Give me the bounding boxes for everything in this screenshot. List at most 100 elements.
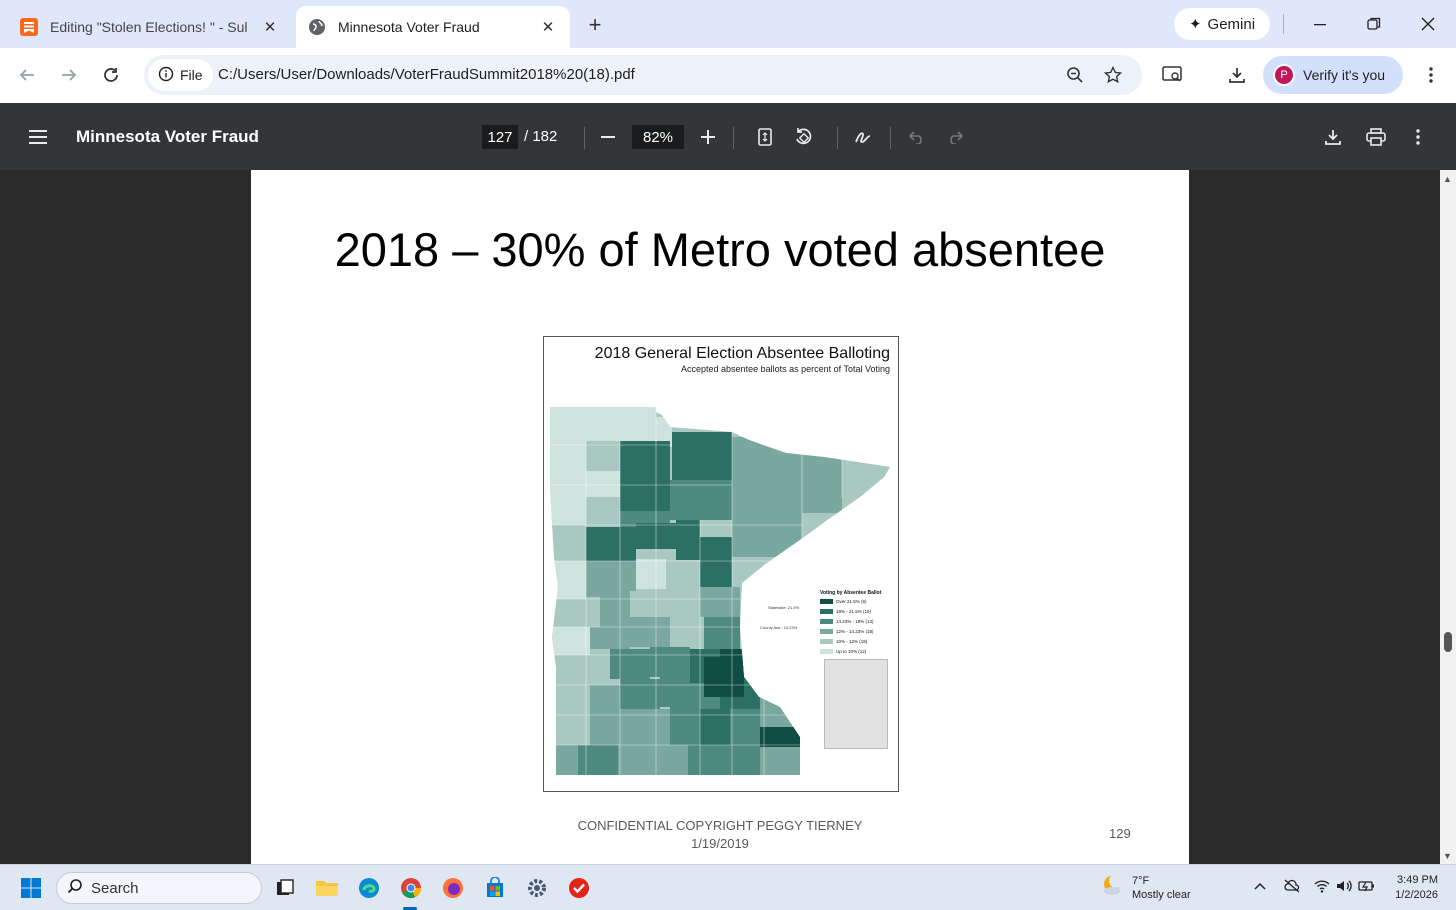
legend-title: Voting by Absentee Ballot: [820, 590, 882, 596]
close-tab-icon[interactable]: ✕: [538, 17, 558, 37]
windows-start-icon[interactable]: [16, 873, 46, 903]
legend-item: Over 21.5% (6): [820, 599, 867, 604]
legend-item: 12% - 14.23% (18): [820, 629, 874, 634]
url-text[interactable]: C:/Users/User/Downloads/VoterFraudSummit…: [218, 66, 635, 83]
close-window-button[interactable]: [1406, 8, 1450, 40]
browser-toolbar: File C:/Users/User/Downloads/VoterFraudS…: [0, 48, 1456, 103]
rotate-icon[interactable]: [789, 123, 817, 151]
hamburger-menu-icon[interactable]: [24, 123, 52, 151]
forward-button[interactable]: [54, 60, 84, 90]
tab-strip: Editing "Stolen Elections! " - Sul ✕ Min…: [0, 0, 1456, 48]
show-hidden-icons-chevron-icon[interactable]: [1254, 879, 1266, 894]
download-icon[interactable]: [1224, 62, 1250, 88]
file-explorer-icon[interactable]: [312, 873, 342, 903]
close-tab-icon[interactable]: ✕: [260, 17, 280, 37]
legend-item: 10% - 12% (19): [820, 639, 867, 644]
substack-icon: [20, 18, 38, 36]
chrome-browser-icon[interactable]: [396, 873, 426, 903]
more-options-icon[interactable]: [1404, 123, 1432, 151]
zoom-icon[interactable]: [1064, 64, 1086, 86]
divider: [584, 127, 585, 149]
zoom-level-input[interactable]: 82%: [632, 125, 684, 149]
legend-item: Up to 10% (12): [820, 649, 866, 654]
clock-date: 1/2/2026: [1395, 889, 1438, 901]
reload-button[interactable]: [96, 60, 126, 90]
pdf-document-area: 2018 – 30% of Metro voted absentee 2018 …: [0, 170, 1456, 864]
settings-gear-icon[interactable]: [522, 873, 552, 903]
legend-swatch: [820, 619, 833, 624]
cloud-offline-icon[interactable]: [1284, 879, 1300, 896]
absentee-map-figure: 2018 General Election Absentee Balloting…: [543, 336, 899, 792]
scroll-down-arrow-icon[interactable]: ▼: [1443, 851, 1453, 861]
microsoft-store-icon[interactable]: [480, 873, 510, 903]
battery-icon[interactable]: [1358, 879, 1376, 896]
weather-widget[interactable]: 7°F Mostly clear: [1100, 873, 1191, 902]
legend-item: 14.23% - 18% (13): [820, 619, 874, 624]
task-view-icon[interactable]: [270, 873, 300, 903]
pdf-page: 2018 – 30% of Metro voted absentee 2018 …: [251, 170, 1189, 864]
omnibox[interactable]: File C:/Users/User/Downloads/VoterFraudS…: [144, 55, 1142, 95]
minimize-button[interactable]: [1298, 8, 1342, 40]
download-icon[interactable]: [1319, 123, 1347, 151]
legend-label: Over 21.5% (6): [836, 599, 867, 604]
site-info-chip[interactable]: File: [148, 59, 213, 91]
legend-label: 14.23% - 18% (13): [836, 619, 874, 624]
weather-temperature: 7°F: [1132, 874, 1150, 887]
zoom-out-icon[interactable]: [594, 123, 622, 151]
windows-taskbar: Search 7°F Mostly clear 3:49 PM 1/2/2026: [0, 864, 1456, 910]
firefox-icon[interactable]: [438, 873, 468, 903]
slide-page-number: 129: [1109, 826, 1131, 841]
wifi-icon[interactable]: [1314, 879, 1330, 896]
back-button[interactable]: [12, 60, 42, 90]
sparkle-icon: ✦: [1188, 16, 1202, 33]
footer-copyright: CONFIDENTIAL COPYRIGHT PEGGY TIERNEY: [577, 818, 863, 833]
slide-footer: CONFIDENTIAL COPYRIGHT PEGGY TIERNEY 1/1…: [501, 817, 939, 853]
print-icon[interactable]: [1362, 123, 1390, 151]
legend-label: 10% - 12% (19): [836, 639, 868, 644]
new-tab-button[interactable]: +: [582, 12, 608, 38]
edge-browser-icon[interactable]: [354, 873, 384, 903]
weather-description: Mostly clear: [1132, 888, 1191, 901]
bookmark-star-icon[interactable]: [1102, 64, 1124, 86]
legend-label: 18% - 21.5% (19): [836, 609, 872, 614]
pdf-title: Minnesota Voter Fraud: [76, 127, 259, 146]
globe-icon: [308, 18, 326, 36]
pdf-toolbar: Minnesota Voter Fraud 127 / 182 82%: [0, 103, 1456, 170]
system-clock[interactable]: 3:49 PM 1/2/2026: [1392, 873, 1438, 903]
legend-swatch: [820, 609, 833, 614]
taskbar-search[interactable]: Search: [56, 872, 262, 904]
undo-icon[interactable]: [903, 123, 931, 151]
reading-mode-icon[interactable]: [1160, 62, 1186, 88]
redo-icon[interactable]: [941, 123, 969, 151]
tab-title: Minnesota Voter Fraud: [338, 19, 480, 35]
tab-editing[interactable]: Editing "Stolen Elections! " - Sul ✕: [8, 6, 292, 48]
legend-label: 12% - 14.23% (18): [836, 629, 874, 634]
clock-time: 3:49 PM: [1397, 874, 1438, 886]
menu-kebab-icon[interactable]: [1418, 62, 1444, 88]
volume-icon[interactable]: [1336, 879, 1352, 896]
todo-check-icon[interactable]: [564, 873, 594, 903]
profile-verify-button[interactable]: P Verify it's you: [1263, 56, 1403, 94]
gemini-button[interactable]: ✦ Gemini: [1174, 8, 1270, 40]
verify-label: Verify it's you: [1303, 67, 1386, 83]
scrollbar-thumb[interactable]: [1444, 632, 1452, 652]
tab-minnesota-voter-fraud[interactable]: Minnesota Voter Fraud ✕: [296, 6, 570, 48]
footer-date: 1/19/2019: [691, 836, 749, 851]
legend-label: Up to 10% (12): [836, 649, 867, 654]
search-icon: [67, 878, 83, 898]
fit-page-icon[interactable]: [751, 123, 779, 151]
weather-moon-icon: [1100, 873, 1124, 902]
info-icon: [158, 66, 174, 85]
zoom-in-icon[interactable]: [694, 123, 722, 151]
vertical-scrollbar[interactable]: [1440, 170, 1456, 864]
gemini-label: Gemini: [1207, 15, 1256, 33]
scroll-up-arrow-icon[interactable]: ▲: [1443, 174, 1453, 184]
divider: [733, 127, 734, 149]
annotate-pen-icon[interactable]: [850, 123, 878, 151]
restore-button[interactable]: [1352, 8, 1396, 40]
legend-item: 18% - 21.5% (19): [820, 609, 871, 614]
legend-swatch: [820, 599, 833, 604]
legend-swatch: [820, 649, 833, 654]
slide-title: 2018 – 30% of Metro voted absentee: [334, 223, 1106, 276]
page-number-input[interactable]: 127: [482, 125, 518, 149]
